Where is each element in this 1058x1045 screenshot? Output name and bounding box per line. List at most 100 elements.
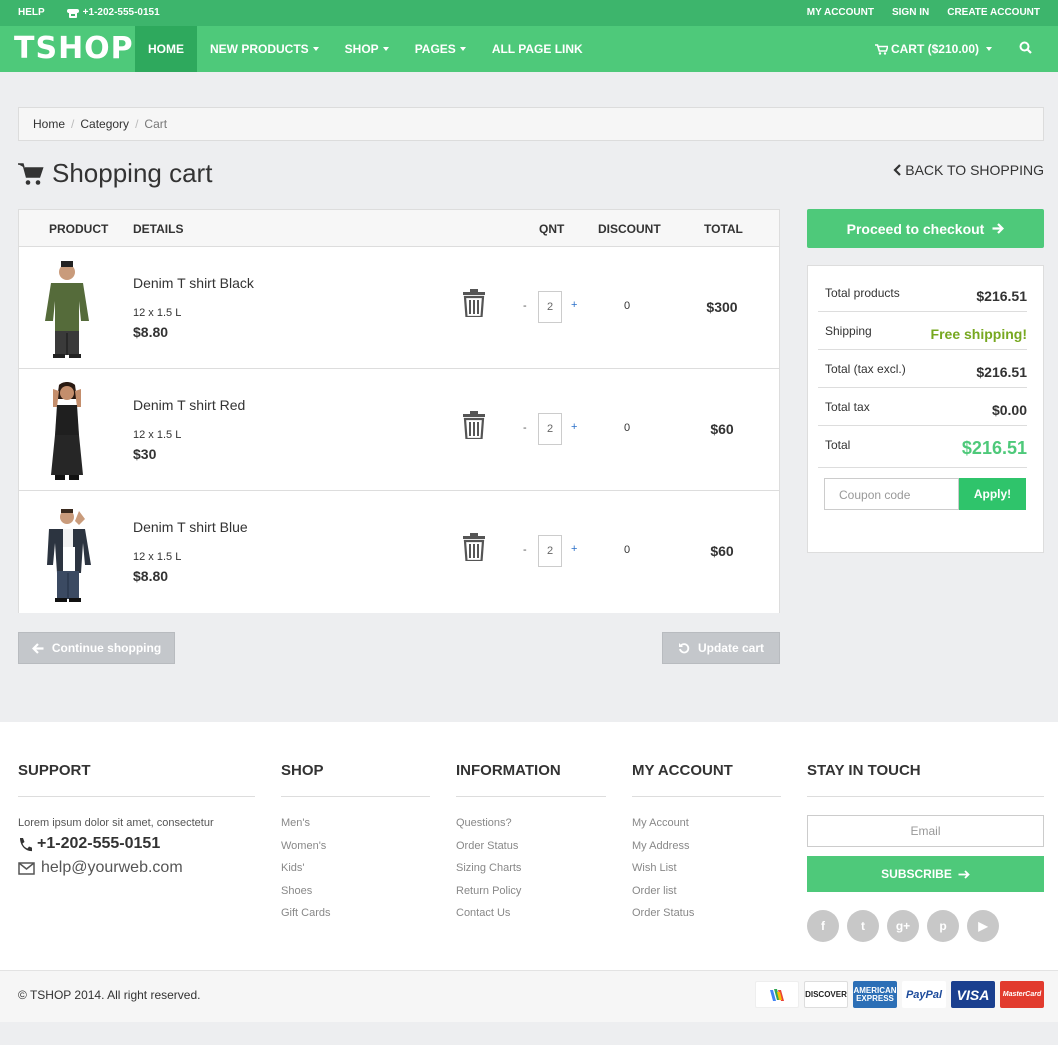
google-wallet-icon: [755, 981, 799, 1008]
footer-link[interactable]: Shoes: [281, 885, 312, 897]
support-email[interactable]: help@yourweb.com: [18, 859, 255, 877]
facebook-icon[interactable]: f: [807, 910, 839, 942]
col-total: TOTAL: [704, 222, 743, 236]
quantity-input[interactable]: 2: [538, 413, 562, 445]
caret-down-icon: [986, 47, 992, 51]
breadcrumb-home[interactable]: Home: [33, 117, 65, 131]
search-icon: [1019, 41, 1032, 54]
footer-link[interactable]: Wish List: [632, 862, 677, 874]
trash-icon: [463, 411, 485, 441]
visa-icon: VISA: [951, 981, 995, 1008]
newsletter-email-input[interactable]: Email: [807, 815, 1044, 847]
shopping-cart-icon: [18, 162, 44, 185]
pinterest-icon[interactable]: p: [927, 910, 959, 942]
phone-icon: [66, 8, 79, 18]
logo[interactable]: TSHOP: [14, 31, 134, 66]
arrow-left-icon: [31, 642, 44, 654]
caret-down-icon: [459, 47, 466, 51]
item-total: $60: [710, 543, 734, 559]
footer-link[interactable]: Contact Us: [456, 907, 510, 919]
proceed-to-checkout-button[interactable]: Proceed to checkout: [807, 209, 1044, 248]
apply-coupon-button[interactable]: Apply!: [959, 478, 1026, 510]
twitter-icon[interactable]: t: [847, 910, 879, 942]
item-discount: 0: [624, 300, 631, 312]
footer-link[interactable]: Gift Cards: [281, 907, 331, 919]
breadcrumb-current: Cart: [144, 117, 168, 131]
phone-icon: [20, 837, 32, 851]
nav-pages[interactable]: PAGES: [402, 26, 479, 72]
qty-decrease-button[interactable]: -: [523, 422, 527, 434]
youtube-icon[interactable]: ▶: [967, 910, 999, 942]
product-image: [45, 261, 89, 358]
summary-label: Total products: [825, 286, 900, 300]
product-name[interactable]: Denim T shirt Black: [133, 275, 254, 291]
footer-support: SUPPORT Lorem ipsum dolor sit amet, cons…: [18, 762, 255, 877]
footer-link[interactable]: My Account: [632, 817, 689, 829]
footer-link[interactable]: Women's: [281, 840, 326, 852]
page-title: Shopping cart: [18, 158, 212, 189]
footer-information: INFORMATION Questions? Order Status Sizi…: [456, 762, 606, 930]
continue-shopping-button[interactable]: Continue shopping: [18, 632, 175, 664]
nav-all-page-link[interactable]: ALL PAGE LINK: [479, 26, 596, 72]
qty-increase-button[interactable]: +: [571, 299, 577, 311]
footer-heading: SHOP: [281, 762, 430, 797]
footer-link[interactable]: Kids': [281, 862, 305, 874]
remove-item-button[interactable]: [463, 411, 485, 444]
arrow-right-icon: [958, 869, 970, 879]
summary-value: $216.51: [976, 288, 1027, 304]
nav-cart[interactable]: CART ($210.00): [874, 42, 992, 56]
grand-total-value: $216.51: [961, 438, 1027, 458]
help-link[interactable]: HELP: [18, 7, 45, 18]
footer-link[interactable]: My Address: [632, 840, 689, 852]
nav-shop[interactable]: SHOP: [332, 26, 402, 72]
main-menu: HOME NEW PRODUCTS SHOP PAGES ALL PAGE LI…: [135, 26, 596, 72]
remove-item-button[interactable]: [463, 533, 485, 566]
summary-row: Total tax $0.00: [818, 388, 1027, 426]
support-text: Lorem ipsum dolor sit amet, consectetur: [18, 817, 214, 829]
sign-in-link[interactable]: SIGN IN: [892, 7, 929, 18]
footer-heading: INFORMATION: [456, 762, 606, 797]
payment-methods: DISCOVER AMERICAN EXPRESS PayPal VISA Ma…: [755, 981, 1044, 1008]
footer: SUPPORT Lorem ipsum dolor sit amet, cons…: [0, 722, 1058, 970]
qty-increase-button[interactable]: +: [571, 421, 577, 433]
create-account-link[interactable]: CREATE ACCOUNT: [947, 7, 1040, 18]
footer-link[interactable]: Order list: [632, 885, 677, 897]
footer-link[interactable]: Men's: [281, 817, 310, 829]
order-summary: Total products $216.51 Shipping Free shi…: [807, 265, 1044, 553]
item-total: $300: [706, 299, 738, 315]
nav-new-products[interactable]: NEW PRODUCTS: [197, 26, 332, 72]
subscribe-button[interactable]: SUBSCRIBE: [807, 856, 1044, 892]
summary-label: Total tax: [825, 400, 870, 414]
col-qnt: QNT: [539, 222, 565, 236]
summary-value: $216.51: [976, 364, 1027, 380]
summary-row: Shipping Free shipping!: [818, 312, 1027, 350]
trash-icon: [463, 533, 485, 563]
footer-link[interactable]: Questions?: [456, 817, 512, 829]
footer-my-account: MY ACCOUNT My Account My Address Wish Li…: [632, 762, 781, 930]
search-button[interactable]: [1019, 41, 1032, 59]
product-size: 12 x 1.5 L: [133, 429, 182, 441]
product-name[interactable]: Denim T shirt Red: [133, 397, 245, 413]
coupon-input[interactable]: Coupon code: [824, 478, 959, 510]
google-plus-icon[interactable]: g+: [887, 910, 919, 942]
back-to-shopping-link[interactable]: BACK TO SHOPPING: [893, 162, 1044, 178]
product-name[interactable]: Denim T shirt Blue: [133, 519, 248, 535]
summary-row-total: Total $216.51: [818, 426, 1027, 468]
quantity-input[interactable]: 2: [538, 291, 562, 323]
qty-decrease-button[interactable]: -: [523, 544, 527, 556]
footer-link[interactable]: Return Policy: [456, 885, 521, 897]
summary-label: Total (tax excl.): [825, 362, 906, 376]
footer-link[interactable]: Order Status: [456, 840, 518, 852]
trash-icon: [463, 289, 485, 319]
update-cart-button[interactable]: Update cart: [662, 632, 780, 664]
nav-home[interactable]: HOME: [135, 26, 197, 72]
breadcrumb-category[interactable]: Category: [80, 117, 129, 131]
footer-link[interactable]: Sizing Charts: [456, 862, 521, 874]
qty-decrease-button[interactable]: -: [523, 300, 527, 312]
my-account-link[interactable]: MY ACCOUNT: [807, 7, 874, 18]
quantity-input[interactable]: 2: [538, 535, 562, 567]
footer-link[interactable]: Order Status: [632, 907, 694, 919]
item-discount: 0: [624, 422, 631, 434]
remove-item-button[interactable]: [463, 289, 485, 322]
qty-increase-button[interactable]: +: [571, 543, 577, 555]
